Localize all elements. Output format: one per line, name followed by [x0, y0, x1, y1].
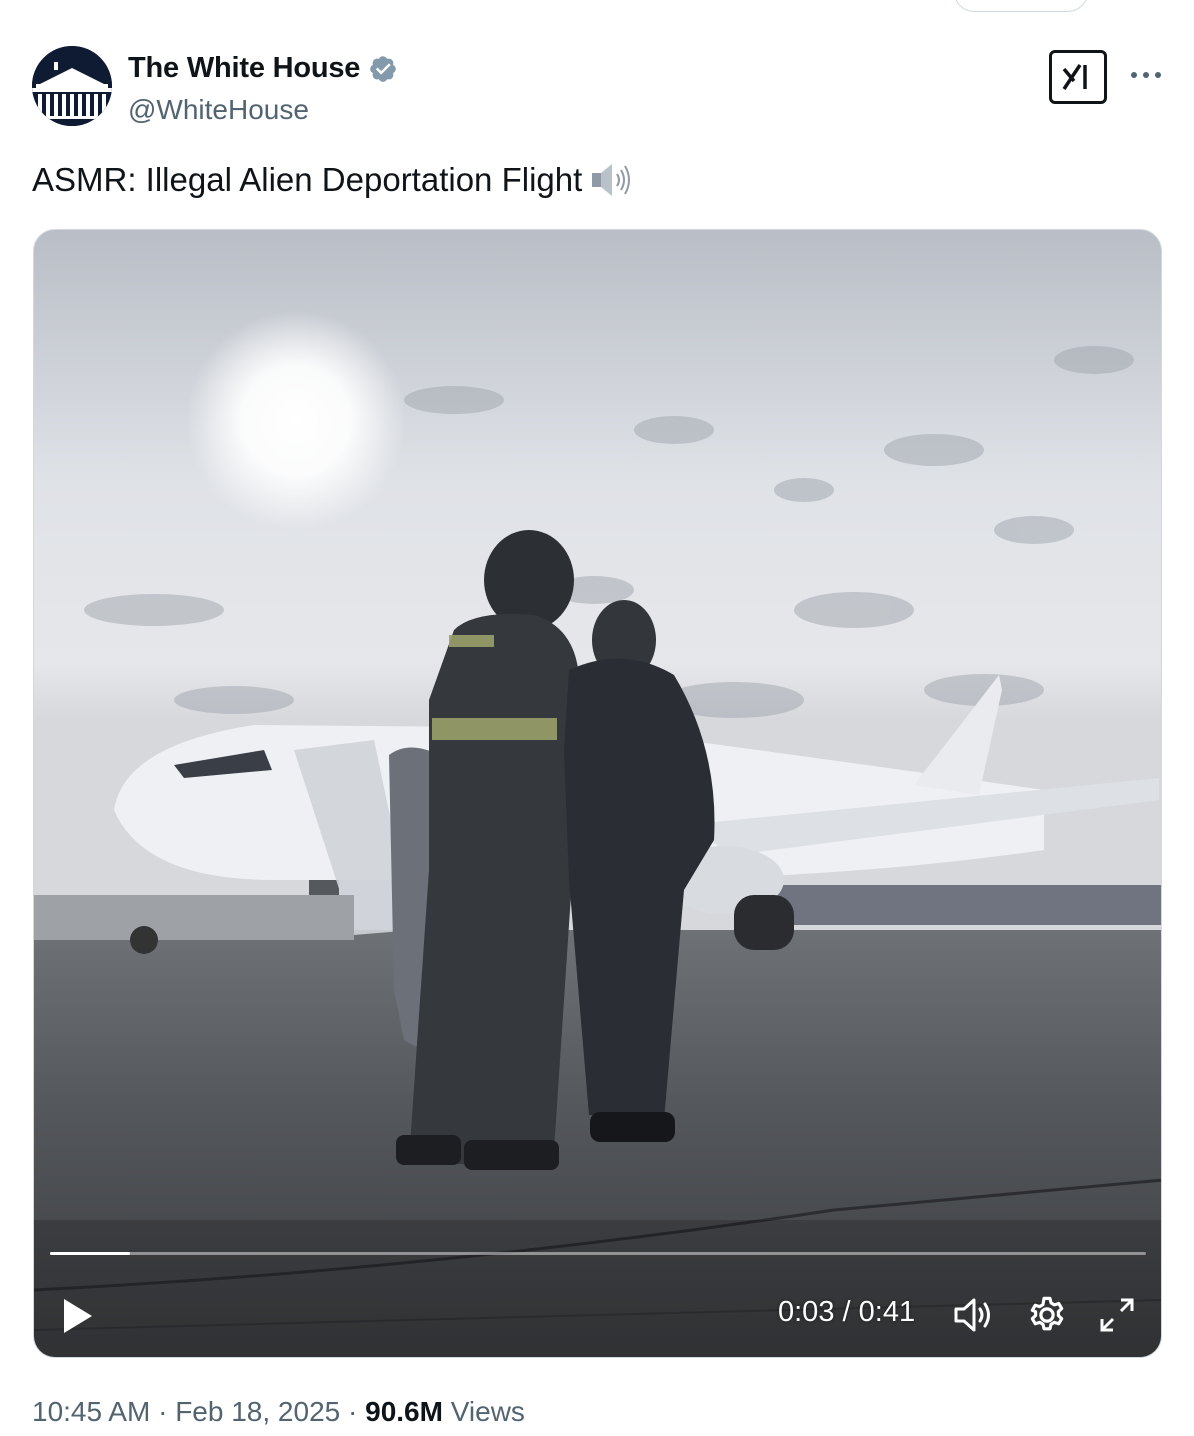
tweet-date[interactable]: Feb 18, 2025 — [175, 1396, 340, 1427]
display-name[interactable]: The White House — [128, 52, 360, 85]
verified-badge-icon — [370, 55, 397, 82]
video-progress-bar[interactable] — [50, 1252, 1146, 1255]
settings-button[interactable] — [1026, 1294, 1068, 1336]
video-time-readout: 0:03 / 0:41 — [778, 1296, 915, 1329]
tweet-meta-row: 10:45 AM · Feb 18, 2025 · 90.6M Views — [32, 1396, 525, 1428]
gear-icon — [1030, 1296, 1064, 1331]
video-frame-image — [34, 230, 1161, 1357]
views-count[interactable]: 90.6M — [365, 1396, 443, 1427]
grok-button[interactable] — [1049, 50, 1107, 104]
tweet-text: ASMR: Illegal Alien Deportation Flight — [32, 160, 634, 200]
more-options-button[interactable] — [1128, 58, 1164, 88]
video-progress-fill — [50, 1252, 130, 1255]
white-house-logo-icon — [32, 46, 112, 126]
video-player[interactable]: 0:03 / 0:41 — [33, 229, 1162, 1358]
meta-separator-dot: · — [158, 1396, 168, 1427]
author-name-row[interactable]: The White House — [128, 52, 398, 85]
play-icon — [64, 1299, 92, 1333]
video-time-separator: / — [842, 1296, 851, 1328]
more-horizontal-icon — [1131, 72, 1161, 78]
volume-button[interactable] — [952, 1294, 996, 1336]
tweet-text-content: ASMR: Illegal Alien Deportation Flight — [32, 161, 583, 198]
views-label: Views — [450, 1396, 525, 1427]
top-pill-button[interactable] — [954, 0, 1088, 12]
volume-icon — [954, 1298, 990, 1332]
fullscreen-button[interactable] — [1096, 1294, 1138, 1336]
video-elapsed: 0:03 — [778, 1296, 835, 1328]
play-button[interactable] — [60, 1296, 96, 1336]
tweet-time[interactable]: 10:45 AM — [32, 1396, 150, 1427]
grok-icon — [1062, 64, 1087, 90]
video-duration: 0:41 — [858, 1296, 916, 1328]
author-handle[interactable]: @WhiteHouse — [128, 94, 309, 126]
meta-separator-dot-2: · — [348, 1396, 358, 1427]
expand-icon — [1100, 1298, 1134, 1332]
avatar[interactable] — [32, 46, 112, 126]
speaker-high-volume-icon — [592, 164, 631, 196]
